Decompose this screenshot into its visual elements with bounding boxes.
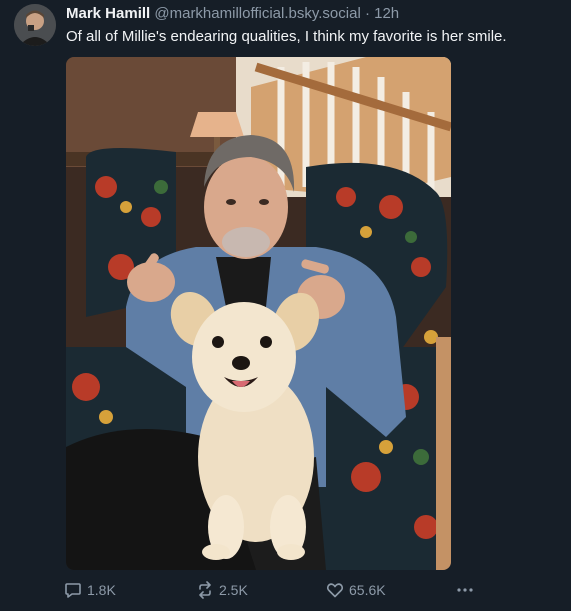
post-header: Mark Hamill @markhamillofficial.bsky.soc… bbox=[66, 5, 399, 23]
post-actions: 1.8K 2.5K 65.6K bbox=[64, 579, 484, 601]
author-display-name[interactable]: Mark Hamill bbox=[66, 5, 150, 22]
like-count: 65.6K bbox=[349, 582, 386, 598]
post: Mark Hamill @markhamillofficial.bsky.soc… bbox=[0, 0, 571, 611]
reply-count: 1.8K bbox=[87, 582, 116, 598]
repost-button[interactable]: 2.5K bbox=[196, 579, 248, 601]
repost-count: 2.5K bbox=[219, 582, 248, 598]
author-handle[interactable]: @markhamillofficial.bsky.social bbox=[154, 5, 360, 22]
like-button[interactable]: 65.6K bbox=[326, 579, 386, 601]
more-options-button[interactable] bbox=[456, 581, 474, 599]
reply-button[interactable]: 1.8K bbox=[64, 579, 116, 601]
post-image[interactable] bbox=[66, 57, 451, 570]
heart-icon bbox=[326, 583, 344, 598]
header-separator: · bbox=[364, 5, 370, 22]
post-text: Of all of Millie's endearing qualities, … bbox=[66, 28, 507, 45]
post-timestamp[interactable]: 12h bbox=[374, 5, 399, 22]
ellipsis-icon bbox=[457, 588, 473, 592]
repost-icon bbox=[199, 581, 211, 599]
avatar[interactable] bbox=[14, 4, 56, 46]
reply-icon bbox=[65, 583, 81, 598]
